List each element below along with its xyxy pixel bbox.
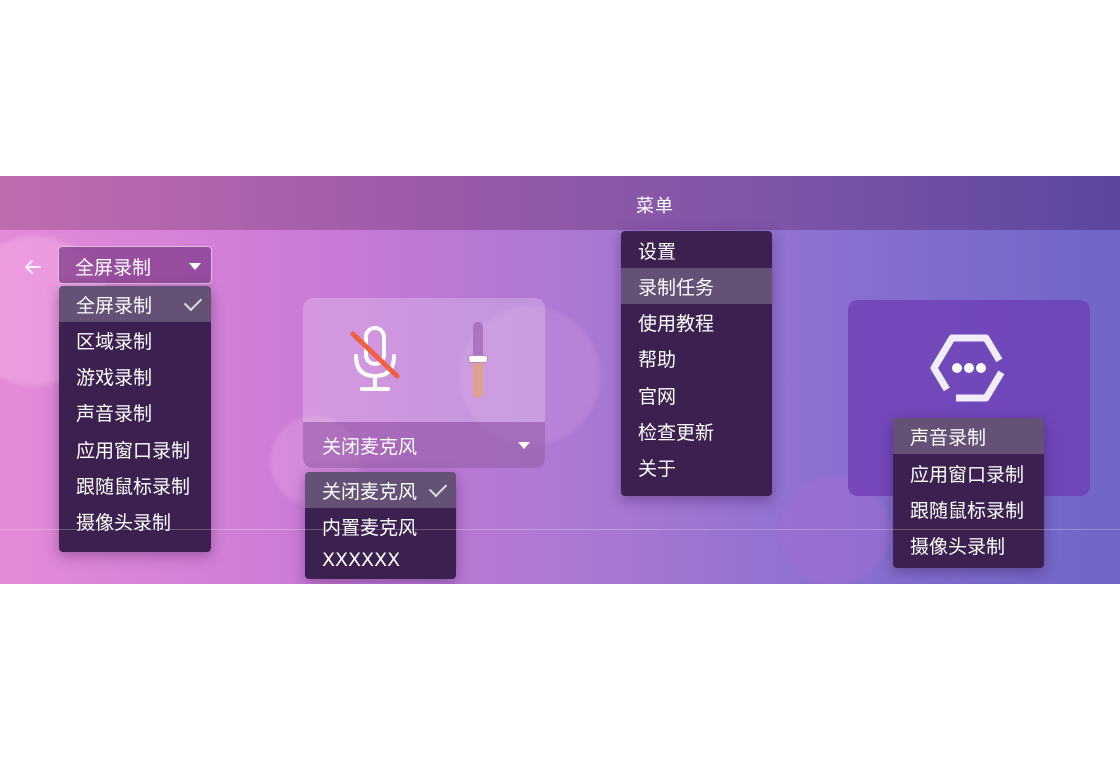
check-icon <box>183 292 203 312</box>
menu-item-tasks[interactable]: 录制任务 <box>621 268 772 304</box>
menu-item-help[interactable]: 帮助 <box>621 340 772 376</box>
back-arrow-icon[interactable] <box>22 256 44 278</box>
mic-option[interactable]: 关闭麦克风 <box>305 472 456 508</box>
microphone-muted-icon[interactable] <box>347 326 403 396</box>
volume-slider[interactable] <box>468 322 488 402</box>
volume-slider-handle[interactable] <box>468 355 488 363</box>
more-menu: 声音录制 应用窗口录制 跟随鼠标录制 摄像头录制 <box>893 418 1044 568</box>
record-mode-option[interactable]: 跟随鼠标录制 <box>59 467 211 503</box>
record-mode-select[interactable]: 全屏录制 <box>58 246 212 284</box>
mic-option[interactable]: XXXXXX <box>305 544 456 579</box>
menu-item-about[interactable]: 关于 <box>621 449 772 485</box>
record-mode-option[interactable]: 摄像头录制 <box>59 503 211 539</box>
menu-item-update[interactable]: 检查更新 <box>621 413 772 449</box>
mic-menu: 关闭麦克风 内置麦克风 XXXXXX <box>305 472 456 579</box>
menu-item-website[interactable]: 官网 <box>621 377 772 413</box>
divider <box>0 529 1120 530</box>
record-mode-option[interactable]: 应用窗口录制 <box>59 431 211 467</box>
more-menu-option[interactable]: 应用窗口录制 <box>893 455 1044 491</box>
main-menu: 设置 录制任务 使用教程 帮助 官网 检查更新 关于 <box>621 231 772 496</box>
window-title: 菜单 <box>636 196 674 217</box>
more-icon[interactable] <box>928 330 1010 406</box>
more-menu-option[interactable]: 跟随鼠标录制 <box>893 491 1044 527</box>
microphone-panel: 关闭麦克风 <box>303 298 545 468</box>
app-window: 菜单 全屏录制 全屏录制 区域录制 游戏录制 声音录制 应用窗口录制 跟随鼠标录… <box>0 176 1120 584</box>
record-mode-option[interactable]: 声音录制 <box>59 394 211 430</box>
record-mode-menu: 全屏录制 区域录制 游戏录制 声音录制 应用窗口录制 跟随鼠标录制 摄像头录制 <box>59 286 211 552</box>
check-icon <box>428 478 448 498</box>
record-mode-option[interactable]: 全屏录制 <box>59 286 211 322</box>
record-mode-selected: 全屏录制 <box>75 257 152 279</box>
volume-slider-fill <box>473 360 483 398</box>
menu-item-tutorial[interactable]: 使用教程 <box>621 304 772 340</box>
mic-option[interactable]: 内置麦克风 <box>305 508 456 544</box>
mic-select[interactable]: 关闭麦克风 <box>303 422 545 468</box>
title-bar: 菜单 <box>0 176 1120 230</box>
chevron-down-icon <box>518 442 530 449</box>
mic-select-label: 关闭麦克风 <box>322 436 418 458</box>
menu-item-settings[interactable]: 设置 <box>621 232 772 268</box>
more-menu-option[interactable]: 摄像头录制 <box>893 527 1044 563</box>
chevron-down-icon <box>189 263 201 270</box>
record-mode-option[interactable]: 游戏录制 <box>59 358 211 394</box>
more-menu-option[interactable]: 声音录制 <box>893 418 1044 454</box>
record-mode-option[interactable]: 区域录制 <box>59 322 211 358</box>
